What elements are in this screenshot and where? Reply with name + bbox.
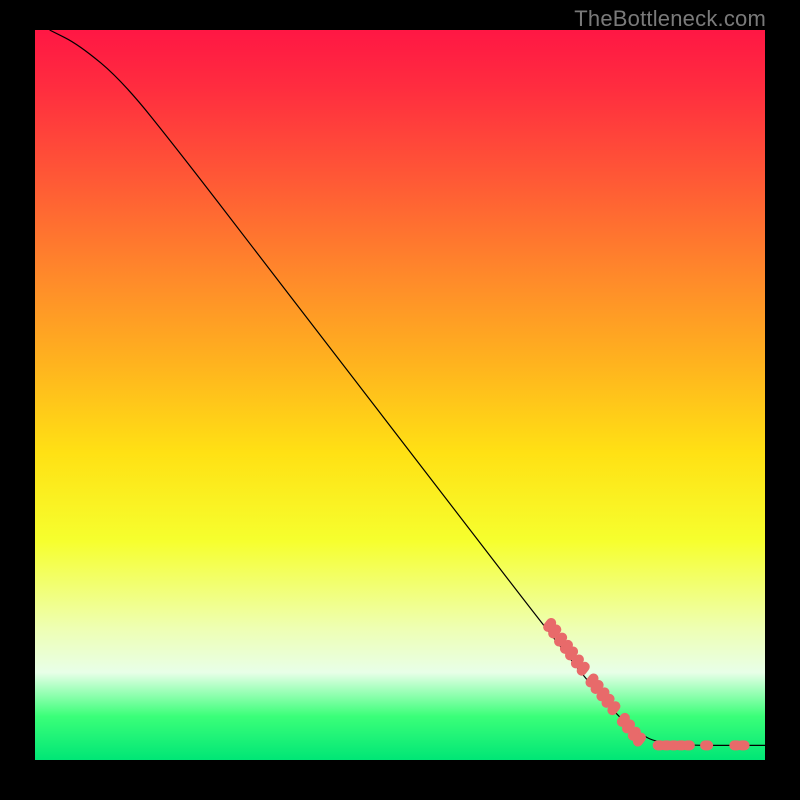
bottleneck-curve — [50, 30, 765, 745]
data-marker — [700, 740, 713, 750]
marker-group-bottom — [653, 740, 750, 750]
data-marker — [737, 740, 750, 750]
watermark-text: TheBottleneck.com — [574, 6, 766, 32]
chart-frame: TheBottleneck.com — [0, 0, 800, 800]
chart-overlay — [35, 30, 765, 760]
data-marker — [682, 740, 695, 750]
marker-group-diagonal — [541, 616, 648, 749]
